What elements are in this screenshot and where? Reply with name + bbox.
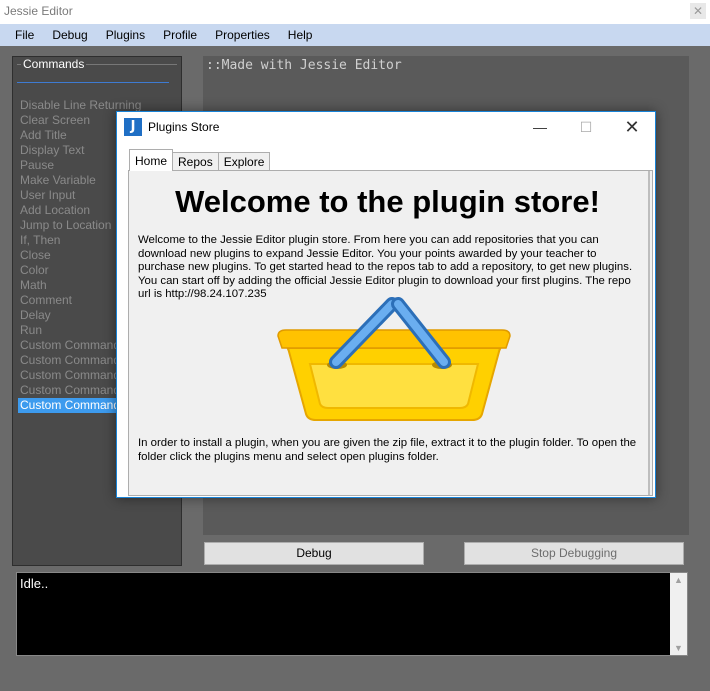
stop-debugging-button[interactable]: Stop Debugging — [464, 542, 684, 565]
dialog-title: Plugins Store — [148, 120, 220, 134]
menu-bar: File Debug Plugins Profile Properties He… — [0, 24, 710, 46]
welcome-heading: Welcome to the plugin store! — [175, 184, 600, 219]
dialog-titlebar: J Plugins Store — ☐ ✕ — [117, 112, 655, 143]
minimize-icon[interactable]: — — [525, 116, 555, 138]
commands-title: Commands — [21, 57, 87, 71]
editor-text: ::Made with Jessie Editor — [206, 58, 402, 73]
app-titlebar: Jessie Editor ✕ — [0, 0, 710, 24]
menu-debug[interactable]: Debug — [43, 24, 96, 46]
tab-strip: Home Repos Explore — [129, 149, 271, 171]
home-tab-panel: Welcome to the plugin store! Welcome to … — [128, 170, 653, 496]
menu-help[interactable]: Help — [279, 24, 322, 46]
menu-file[interactable]: File — [6, 24, 43, 46]
tab-home[interactable]: Home — [129, 149, 174, 171]
app-logo-icon: J — [124, 118, 142, 136]
close-icon[interactable]: ✕ — [690, 3, 706, 19]
tab-repos[interactable]: Repos — [172, 152, 219, 171]
plugins-store-dialog: J Plugins Store — ☐ ✕ Home Repos Explore… — [116, 111, 656, 498]
menu-profile[interactable]: Profile — [154, 24, 206, 46]
panel-edge — [648, 171, 650, 495]
menu-properties[interactable]: Properties — [206, 24, 279, 46]
menu-plugins[interactable]: Plugins — [97, 24, 154, 46]
maximize-icon[interactable]: ☐ — [571, 116, 601, 138]
console-text: Idle.. — [20, 576, 49, 591]
intro-text: Welcome to the Jessie Editor plugin stor… — [138, 234, 633, 300]
debug-button[interactable]: Debug — [204, 542, 424, 565]
install-instructions: In order to install a plugin, when you a… — [138, 437, 637, 463]
scroll-down-icon[interactable]: ▼ — [670, 643, 687, 653]
console-scrollbar[interactable]: ▲ ▼ — [670, 573, 687, 655]
scroll-up-icon[interactable]: ▲ — [670, 575, 687, 585]
tab-explore[interactable]: Explore — [217, 152, 271, 171]
basket-icon — [277, 297, 511, 421]
output-console[interactable]: Idle.. ▲ ▼ — [16, 572, 688, 656]
app-title: Jessie Editor — [4, 4, 73, 18]
close-icon[interactable]: ✕ — [617, 116, 647, 138]
commands-divider — [17, 82, 169, 83]
